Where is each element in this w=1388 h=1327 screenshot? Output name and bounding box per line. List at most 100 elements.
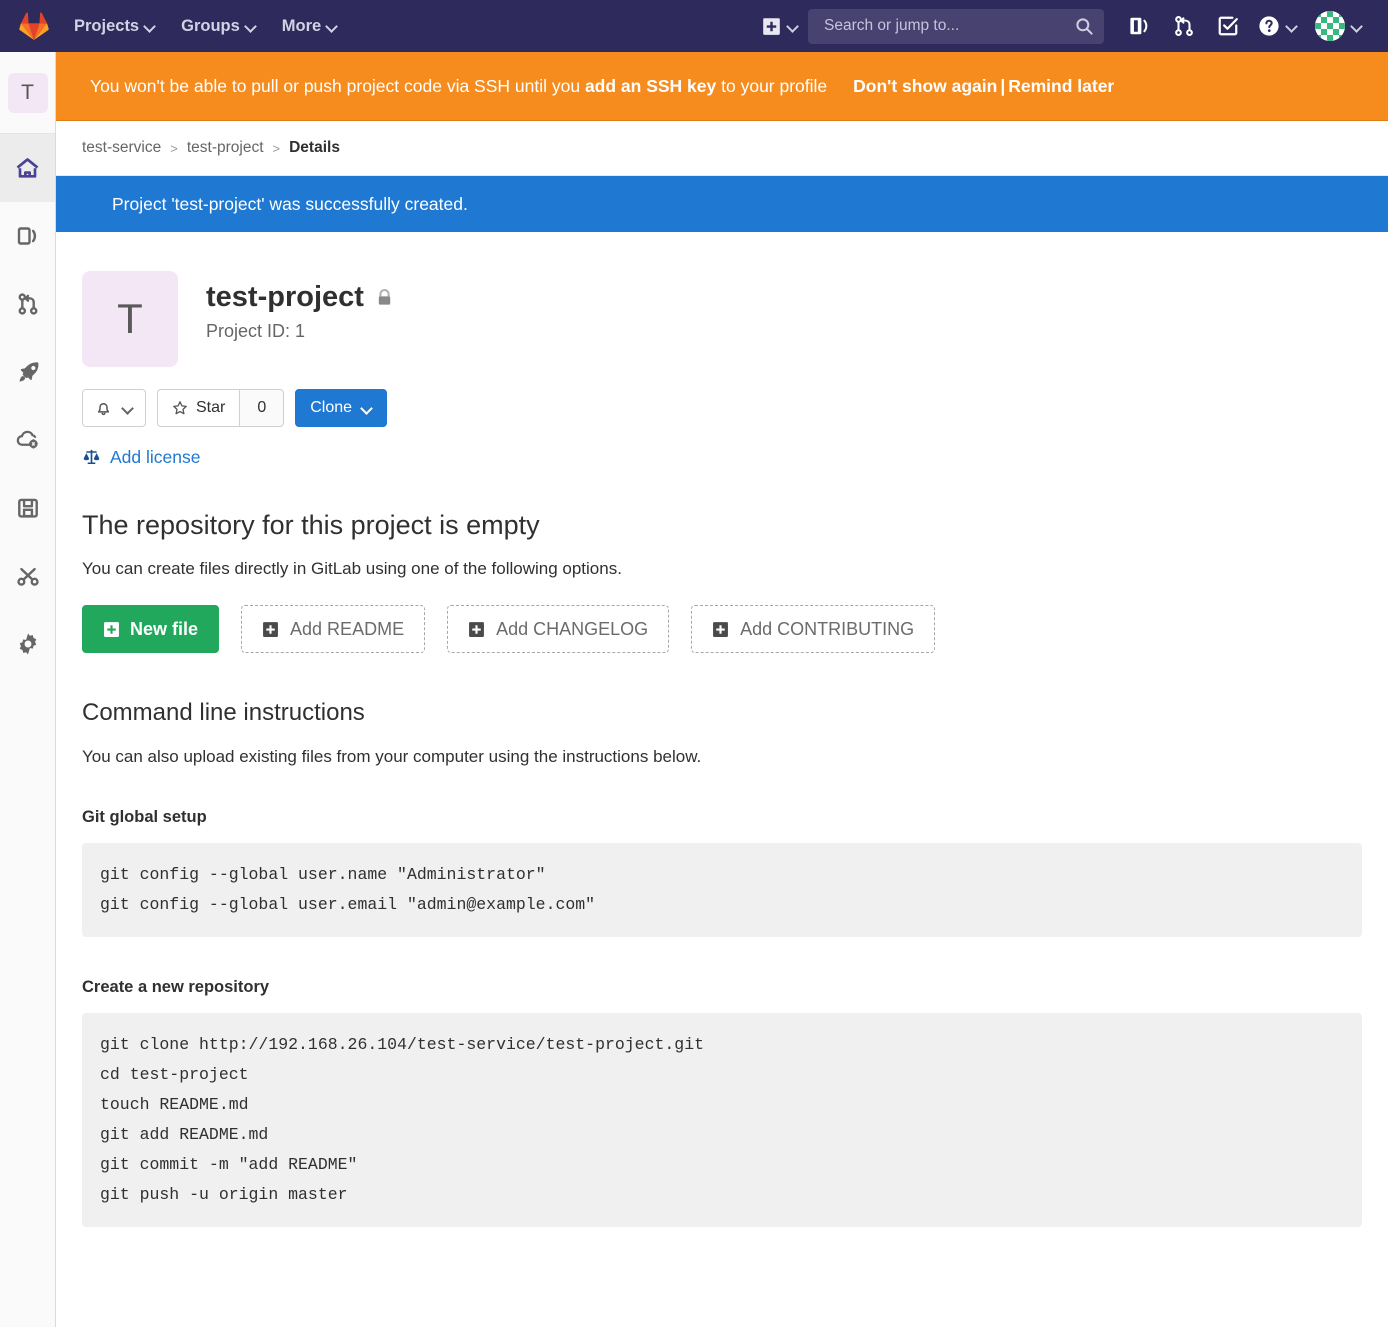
project-header: T test-project Project ID: 1: [82, 232, 1362, 367]
plus-square-icon: [468, 621, 485, 638]
nav-link-more[interactable]: More: [282, 17, 337, 36]
star-button-group: Star 0: [157, 389, 285, 427]
clone-button-label: Clone: [310, 399, 353, 416]
sidebar-item-repository[interactable]: [0, 202, 55, 270]
top-navbar: Projects Groups More: [0, 0, 1388, 52]
star-button[interactable]: Star: [157, 389, 240, 427]
search-input[interactable]: [822, 16, 1075, 36]
ssh-key-warning-banner: You won't be able to pull or push projec…: [56, 52, 1388, 121]
nav-link-projects[interactable]: Projects: [74, 17, 155, 36]
plus-square-icon: [262, 621, 279, 638]
add-ssh-key-link[interactable]: add an SSH key: [585, 76, 716, 96]
nav-primary-links: Projects Groups More: [74, 17, 337, 36]
new-file-label: New file: [130, 618, 199, 639]
sidebar-item-packages[interactable]: [0, 474, 55, 542]
ssh-banner-actions: Don't show again | Remind later: [853, 76, 1114, 97]
search-box[interactable]: [808, 8, 1104, 44]
plus-square-icon: [712, 621, 729, 638]
breadcrumb-separator: >: [272, 140, 281, 156]
page-title: test-project: [206, 281, 364, 313]
add-readme-label: Add README: [290, 618, 405, 639]
add-readme-button[interactable]: Add README: [241, 605, 426, 653]
lock-icon: [375, 288, 394, 307]
chevron-down-icon: [123, 403, 133, 413]
star-count[interactable]: 0: [239, 389, 285, 427]
clone-button[interactable]: Clone: [295, 389, 388, 427]
sidebar-item-merge-requests[interactable]: [0, 270, 55, 338]
left-sidebar: T: [0, 52, 56, 1327]
project-meta: test-project Project ID: 1: [178, 271, 394, 342]
add-contributing-button[interactable]: Add CONTRIBUTING: [691, 605, 936, 653]
add-changelog-button[interactable]: Add CHANGELOG: [447, 605, 670, 653]
content-area: You won't be able to pull or push projec…: [56, 52, 1388, 1327]
dont-show-again-link[interactable]: Don't show again: [853, 76, 997, 96]
command-line-subtext: You can also upload existing files from …: [82, 747, 702, 766]
breadcrumb-item-details: Details: [289, 139, 340, 156]
user-menu-button[interactable]: [1307, 0, 1372, 52]
chevron-down-icon: [145, 21, 155, 31]
sidebar-item-snippets[interactable]: [0, 542, 55, 610]
navbar-right-group: [754, 0, 1388, 52]
breadcrumb-separator: >: [170, 140, 178, 156]
remind-later-link[interactable]: Remind later: [1008, 76, 1114, 96]
help-icon: [1258, 15, 1280, 37]
add-license-link[interactable]: Add license: [82, 447, 1362, 468]
nav-link-projects-label: Projects: [74, 16, 140, 35]
notifications-dropdown-button[interactable]: [82, 389, 146, 427]
success-alert: Project 'test-project' was successfully …: [56, 176, 1388, 232]
sidebar-project-avatar: T: [7, 72, 48, 113]
breadcrumb-item-test-project[interactable]: test-project: [187, 139, 264, 157]
create-new-repository-title: Create a new repository: [82, 978, 270, 997]
star-icon: [172, 400, 188, 416]
git-global-setup-code[interactable]: git config --global user.name "Administr…: [82, 843, 1362, 938]
command-line-heading: Command line instructions: [82, 699, 365, 726]
sidebar-item-operations[interactable]: [0, 406, 55, 474]
nav-link-groups[interactable]: Groups: [181, 17, 256, 36]
nav-link-more-label: More: [281, 16, 322, 35]
ssh-text-after: to your profile: [716, 75, 828, 96]
project-actions: Star 0 Clone: [82, 389, 1362, 427]
create-new-repository-code[interactable]: git clone http://192.168.26.104/test-ser…: [82, 1013, 1362, 1228]
new-file-button[interactable]: New file: [82, 605, 220, 653]
issues-icon[interactable]: [1118, 0, 1162, 52]
main-body: T test-project Project ID: 1 Star 0 Clon…: [56, 232, 1388, 1228]
chevron-down-icon: [1352, 21, 1362, 31]
create-new-button[interactable]: [754, 0, 808, 52]
project-avatar: T: [82, 271, 178, 367]
sidebar-item-ci-cd[interactable]: [0, 338, 55, 406]
ssh-actions-separator: |: [1000, 75, 1006, 96]
sidebar-item-settings[interactable]: [0, 610, 55, 678]
sidebar-item-project-overview[interactable]: [0, 134, 55, 202]
chevron-down-icon: [246, 21, 256, 31]
chevron-down-icon: [788, 21, 798, 31]
git-global-setup-title: Git global setup: [82, 808, 207, 826]
merge-requests-icon[interactable]: [1162, 0, 1206, 52]
user-avatar-identicon: [1315, 11, 1345, 41]
chevron-down-icon: [362, 403, 372, 413]
gear-icon: [16, 632, 40, 656]
breadcrumb-item-test-service[interactable]: test-service: [82, 139, 161, 157]
success-alert-message: Project 'test-project' was successfully …: [112, 193, 468, 214]
add-changelog-label: Add CHANGELOG: [496, 618, 649, 639]
chevron-down-icon: [327, 21, 337, 31]
empty-repo-actions: New file Add README Add CHANGELOG Add CO…: [82, 605, 1362, 653]
gitlab-logo-icon[interactable]: [0, 12, 68, 40]
merge-request-icon: [16, 292, 40, 316]
chevron-down-icon: [1287, 21, 1297, 31]
plus-square-icon: [762, 17, 781, 36]
breadcrumb: test-service > test-project > Details: [56, 121, 1388, 176]
todos-icon[interactable]: [1206, 0, 1250, 52]
ssh-warning-text: You won't be able to pull or push projec…: [90, 76, 827, 97]
help-menu-button[interactable]: [1250, 0, 1307, 52]
nav-link-groups-label: Groups: [181, 16, 240, 35]
plus-square-icon: [103, 621, 120, 638]
project-id-label: Project ID: 1: [206, 321, 306, 341]
project-title-row: test-project: [206, 281, 394, 314]
empty-repo-subtext: You can create files directly in GitLab …: [82, 559, 622, 578]
scissors-icon: [16, 564, 40, 588]
sidebar-project-avatar-wrap[interactable]: T: [0, 52, 55, 134]
add-license-label: Add license: [110, 447, 201, 467]
package-icon: [16, 496, 40, 520]
repository-icon: [16, 224, 40, 248]
add-contributing-label: Add CONTRIBUTING: [740, 618, 915, 639]
